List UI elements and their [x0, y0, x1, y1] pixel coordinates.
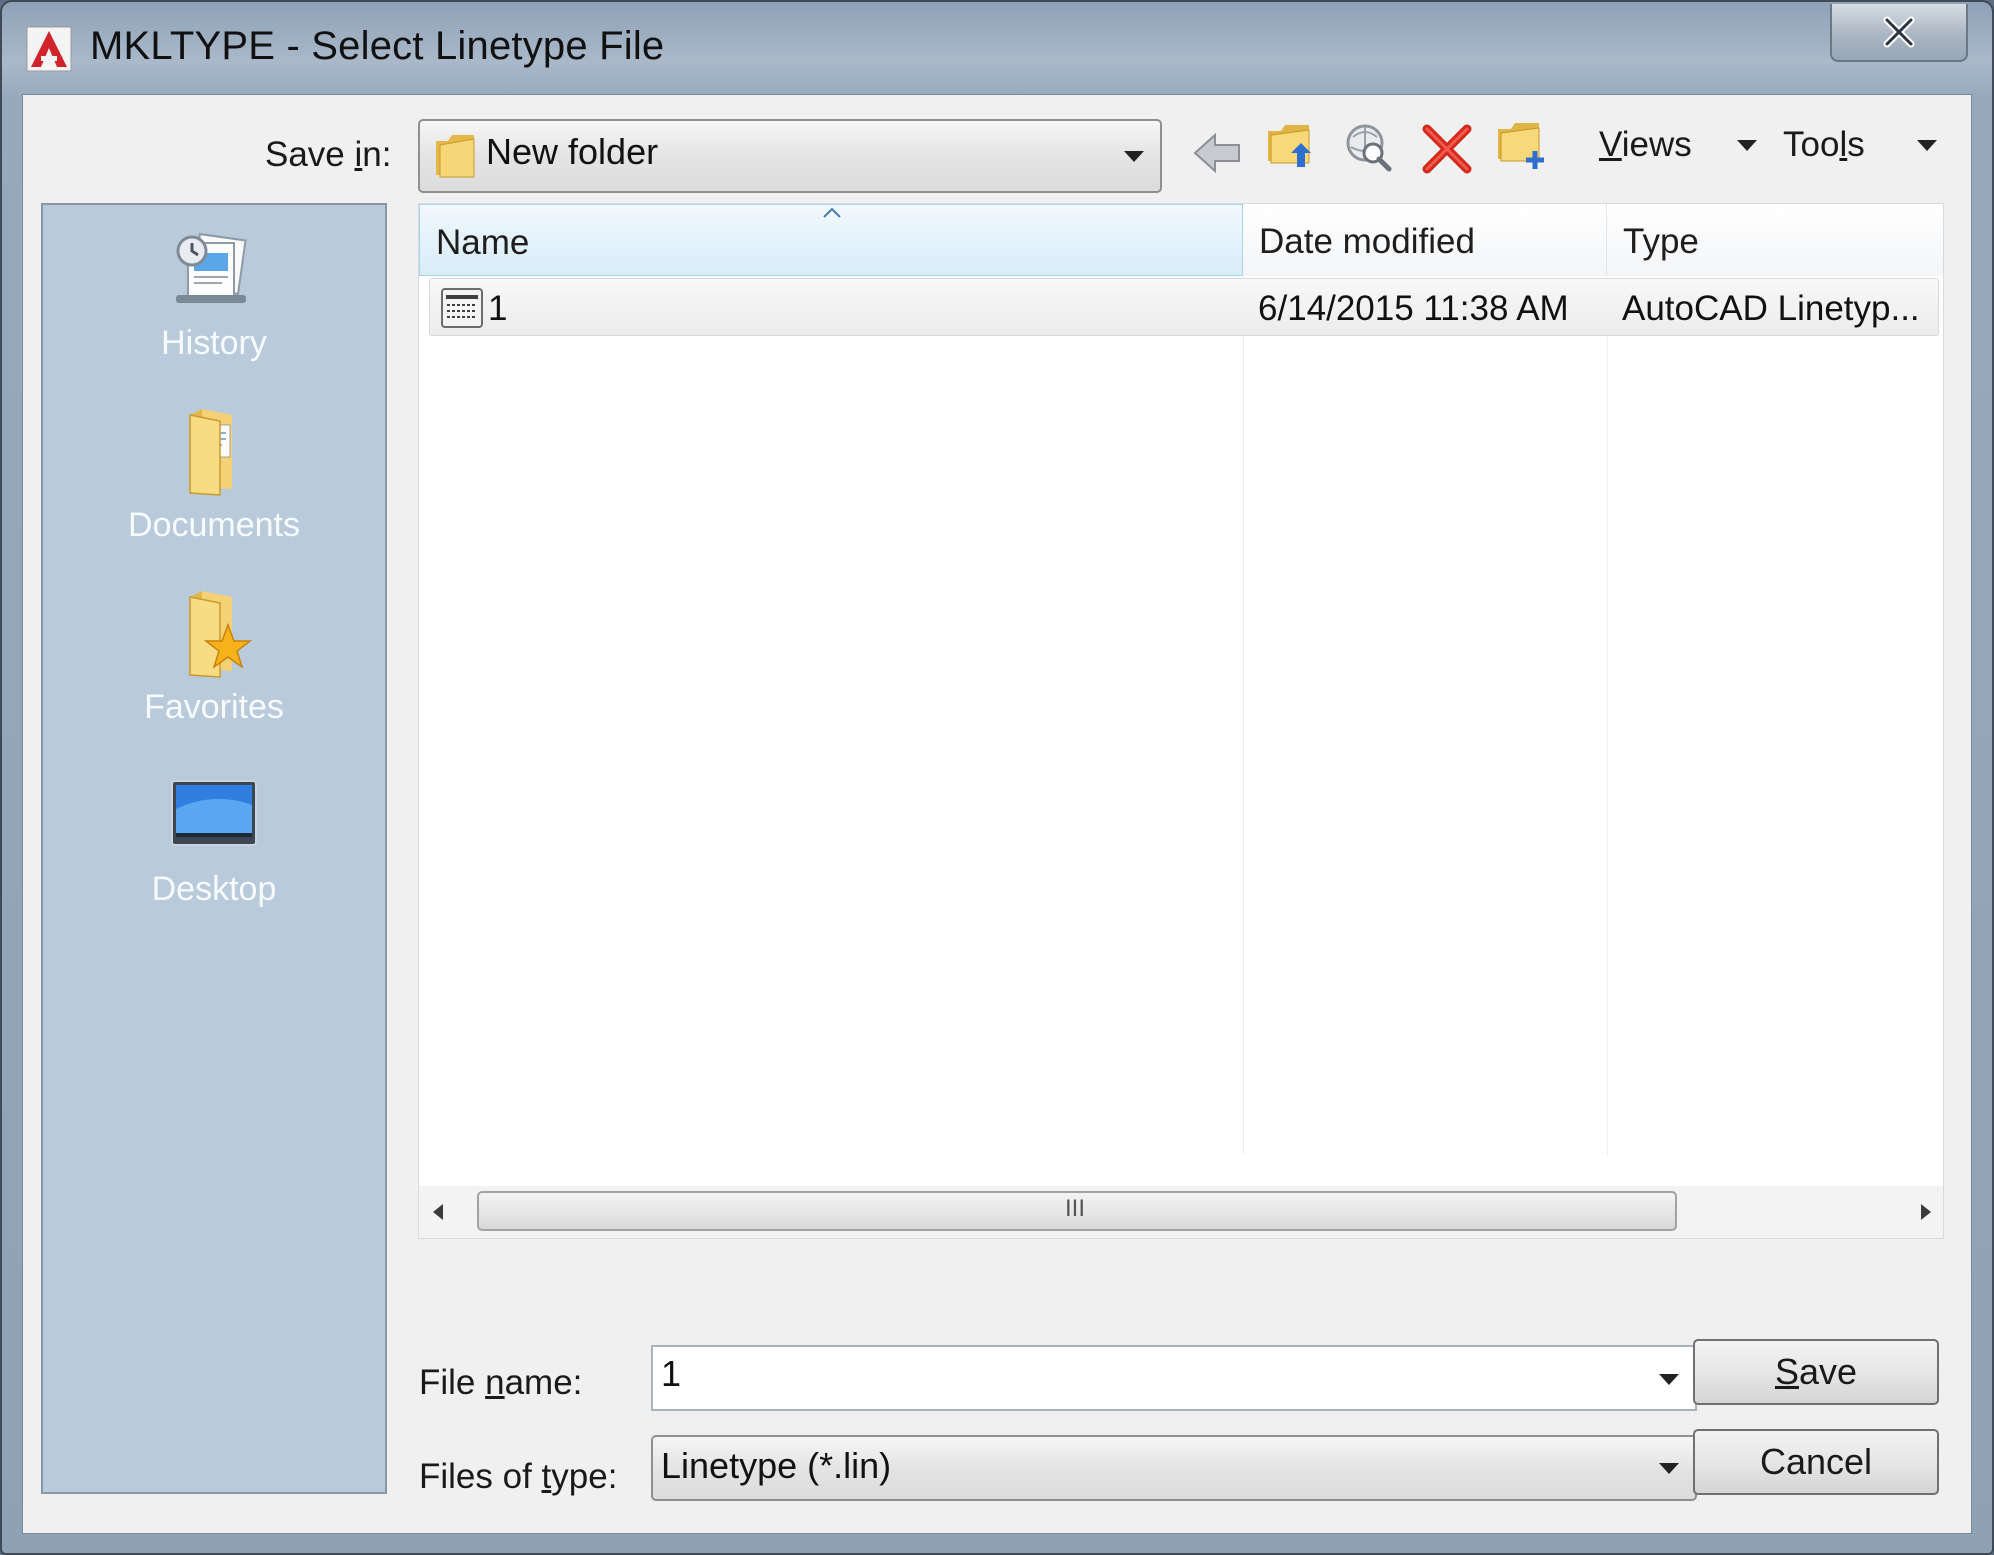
tools-chevron-down-icon[interactable] [1917, 140, 1937, 151]
save-in-value: New folder [486, 131, 659, 172]
dialog-window: MKLTYPE - Select Linetype File Save in: … [0, 0, 1994, 1555]
scroll-right-arrow-icon[interactable] [1919, 1202, 1933, 1222]
file-name-cell: 1 [488, 289, 508, 328]
views-menu-button[interactable]: Views [1599, 125, 1692, 165]
search-web-icon[interactable] [1343, 121, 1395, 173]
scrollbar-grip: III [1065, 1195, 1086, 1222]
close-button[interactable] [1830, 4, 1968, 62]
file-date-cell: 6/14/2015 11:38 AM [1258, 289, 1569, 328]
create-new-folder-icon[interactable] [1495, 119, 1547, 171]
places-label-documents: Documents [128, 506, 300, 544]
scrollbar-thumb[interactable]: III [477, 1191, 1677, 1231]
cancel-button[interactable]: Cancel [1693, 1429, 1939, 1495]
window-title: MKLTYPE - Select Linetype File [90, 24, 665, 68]
dialog-client-area: Save in: New folder Views Tools History … [22, 94, 1972, 1534]
column-header-type[interactable]: Type [1607, 204, 1943, 276]
up-one-level-icon[interactable] [1265, 119, 1317, 171]
column-divider [1243, 276, 1244, 1156]
column-divider [1607, 276, 1608, 1156]
back-arrow-icon[interactable] [1191, 127, 1243, 179]
documents-folder-icon [189, 409, 232, 496]
places-label-history: History [161, 324, 267, 362]
folder-icon [436, 135, 475, 178]
file-list[interactable]: Name Date modified Type 1 6/14/2015 11:3… [418, 203, 1944, 1239]
history-icon [176, 232, 247, 303]
file-name-label: File name: [419, 1363, 583, 1402]
places-item-favorites[interactable]: Favorites [43, 587, 385, 727]
column-header-date-modified[interactable]: Date modified [1243, 204, 1607, 276]
file-type-cell: AutoCAD Linetyp... [1622, 289, 1920, 328]
autocad-a-icon [26, 26, 72, 72]
places-item-documents[interactable]: Documents [43, 405, 385, 545]
file-row[interactable]: 1 6/14/2015 11:38 AM AutoCAD Linetyp... [429, 278, 1939, 336]
file-name-chevron-down-icon[interactable] [1659, 1374, 1679, 1385]
tools-menu-button[interactable]: Tools [1783, 125, 1865, 165]
file-name-input[interactable]: 1 [651, 1345, 1697, 1411]
linetype-file-icon [441, 288, 483, 328]
horizontal-scrollbar[interactable]: III [419, 1186, 1943, 1238]
close-x-icon [1883, 16, 1915, 48]
files-of-type-label: Files of type: [419, 1457, 618, 1496]
save-in-dropdown[interactable]: New folder [418, 119, 1162, 193]
places-label-favorites: Favorites [144, 688, 284, 726]
places-item-desktop[interactable]: Desktop [43, 769, 385, 909]
places-item-history[interactable]: History [43, 223, 385, 363]
chevron-down-icon[interactable] [1124, 151, 1144, 162]
files-of-type-chevron-down-icon[interactable] [1659, 1463, 1679, 1474]
save-button[interactable]: Save [1693, 1339, 1939, 1405]
desktop-monitor-icon [171, 780, 257, 846]
delete-icon[interactable] [1421, 123, 1473, 175]
scroll-left-arrow-icon[interactable] [431, 1202, 445, 1222]
sort-ascending-icon [823, 207, 841, 218]
views-chevron-down-icon[interactable] [1737, 140, 1757, 151]
column-header-name[interactable]: Name [419, 204, 1243, 276]
places-bar: History Documents Favorites Desktop [41, 203, 387, 1494]
save-in-label: Save in: [265, 135, 392, 174]
files-of-type-dropdown[interactable]: Linetype (*.lin) [651, 1435, 1697, 1501]
favorites-folder-icon [189, 591, 253, 678]
places-label-desktop: Desktop [151, 870, 277, 908]
